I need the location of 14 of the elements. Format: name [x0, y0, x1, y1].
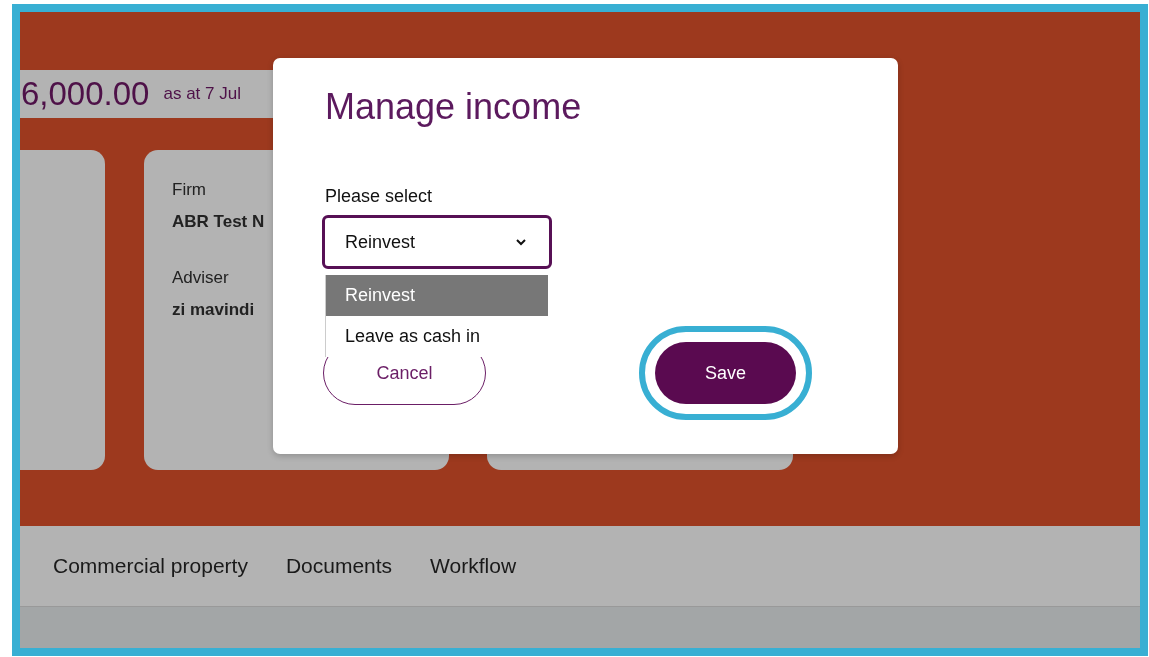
field-label: Firm — [172, 180, 206, 200]
chevron-icon — [515, 238, 527, 246]
balance-amount: 6,000.00 — [21, 75, 150, 113]
select-label: Please select — [325, 186, 434, 207]
balance-date: as at 7 Jul — [163, 84, 241, 104]
dialog-title: Manage income — [325, 86, 583, 128]
field-value: ABR Test N — [172, 212, 265, 232]
dropdown-option[interactable]: Reinvest — [326, 275, 548, 316]
tab[interactable]: Workflow — [430, 554, 517, 578]
field-value: zi mavindi — [172, 300, 255, 320]
tab[interactable]: Documents — [285, 554, 393, 578]
tab[interactable]: Commercial property — [53, 554, 248, 578]
select-field[interactable]: Reinvest — [322, 215, 552, 269]
field-label: Adviser — [172, 268, 229, 288]
